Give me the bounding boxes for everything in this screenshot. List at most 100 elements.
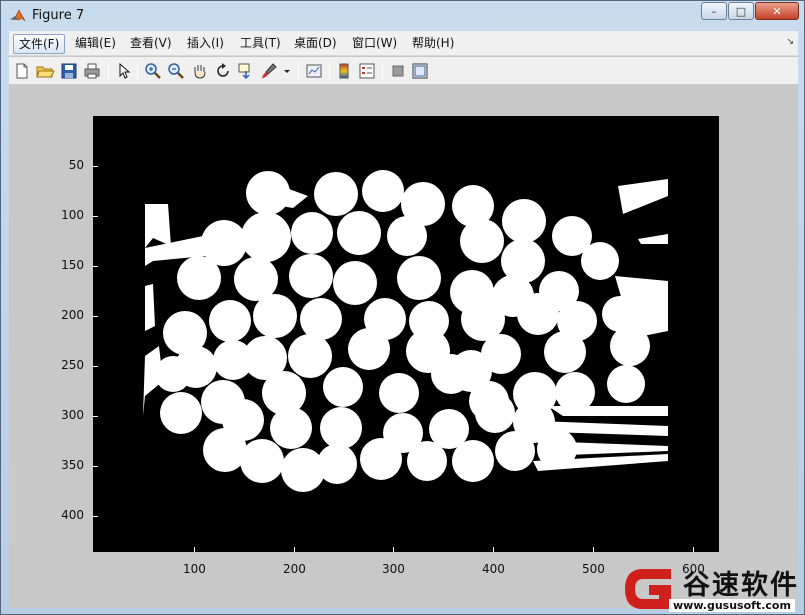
- legend-icon[interactable]: [357, 61, 377, 81]
- white-blob: [300, 298, 342, 340]
- y-tick-mark: [93, 466, 98, 467]
- white-blob: [203, 428, 247, 472]
- white-blob: [502, 199, 546, 243]
- x-tick-mark: [294, 547, 295, 552]
- white-blob: [337, 211, 381, 255]
- white-blob: [333, 261, 377, 305]
- white-blob: [475, 393, 515, 433]
- y-tick-label: 150: [61, 258, 84, 272]
- watermark-url: www.gususoft.com: [669, 599, 795, 612]
- edit-plot-arrow-icon[interactable]: [113, 61, 133, 81]
- y-tick-mark: [93, 366, 98, 367]
- white-fragment: [145, 204, 171, 248]
- brush-icon[interactable]: [259, 61, 279, 81]
- x-tick-label: 300: [382, 562, 405, 576]
- menu-insert[interactable]: 插入(I): [182, 34, 229, 54]
- window-title: Figure 7: [32, 8, 85, 23]
- x-tick-mark: [593, 547, 594, 552]
- white-blob: [495, 431, 535, 471]
- white-fragment: [538, 441, 668, 456]
- y-tick-mark: [93, 266, 98, 267]
- menu-bar: 文件(F) 编辑(E) 查看(V) 插入(I) 工具(T) 桌面(D) 窗口(W…: [9, 31, 798, 56]
- figure-window: Figure 7 – □ ✕ 文件(F) 编辑(E) 查看(V) 插入(I) 工…: [0, 0, 805, 615]
- white-blob: [177, 256, 221, 300]
- x-tick-label: 100: [183, 562, 206, 576]
- data-cursor-icon[interactable]: [236, 61, 256, 81]
- white-blob: [253, 294, 297, 338]
- open-file-icon[interactable]: [35, 61, 55, 81]
- white-blob: [209, 300, 251, 342]
- menu-overflow-icon[interactable]: ↘: [786, 37, 794, 47]
- y-tick-label: 250: [61, 358, 84, 372]
- white-blob: [397, 256, 441, 300]
- hide-plot-tools-icon[interactable]: [388, 61, 408, 81]
- white-blob: [240, 439, 284, 483]
- white-fragment: [548, 406, 668, 416]
- link-plot-icon[interactable]: [304, 61, 324, 81]
- white-blob: [320, 407, 362, 449]
- white-blob: [291, 212, 333, 254]
- white-fragment: [281, 186, 308, 208]
- new-figure-icon[interactable]: [12, 61, 32, 81]
- show-plot-tools-icon[interactable]: [410, 61, 430, 81]
- gususoft-logo: [625, 569, 671, 609]
- menu-window[interactable]: 窗口(W): [347, 34, 402, 54]
- binary-image: [143, 170, 668, 492]
- menu-help[interactable]: 帮助(H): [407, 34, 459, 54]
- y-tick-label: 200: [61, 308, 84, 322]
- y-tick-mark: [93, 216, 98, 217]
- zoom-in-icon[interactable]: [143, 61, 163, 81]
- print-icon[interactable]: [82, 61, 102, 81]
- white-blob: [314, 172, 358, 216]
- x-tick-mark: [493, 547, 494, 552]
- menu-desktop[interactable]: 桌面(D): [289, 34, 342, 54]
- white-fragment: [143, 346, 163, 416]
- white-blob: [379, 373, 419, 413]
- menu-view[interactable]: 查看(V): [125, 34, 177, 54]
- white-blob: [517, 293, 559, 335]
- white-blob: [289, 254, 333, 298]
- y-tick-mark: [93, 416, 98, 417]
- white-blob: [544, 331, 586, 373]
- white-blob: [323, 367, 363, 407]
- watermark-text: 谷速软件: [683, 570, 799, 601]
- x-tick-label: 500: [582, 562, 605, 576]
- matlab-logo-icon: [10, 9, 26, 22]
- menu-tools[interactable]: 工具(T): [235, 34, 286, 54]
- white-blob: [452, 440, 494, 482]
- x-tick-label: 400: [482, 562, 505, 576]
- save-icon[interactable]: [59, 61, 79, 81]
- title-bar: Figure 7 – □ ✕: [1, 1, 804, 31]
- y-tick-label: 50: [68, 158, 84, 172]
- brush-dropdown-icon[interactable]: [281, 61, 293, 81]
- pan-hand-icon[interactable]: [190, 61, 210, 81]
- white-blob: [460, 219, 504, 263]
- zoom-out-icon[interactable]: [166, 61, 186, 81]
- y-tick-mark: [93, 316, 98, 317]
- watermark: 谷速软件 www.gususoft.com: [613, 559, 805, 615]
- menu-edit[interactable]: 编辑(E): [70, 34, 121, 54]
- y-tick-label: 350: [61, 458, 84, 472]
- y-tick-label: 300: [61, 408, 84, 422]
- y-tick-label: 400: [61, 508, 84, 522]
- white-blob: [348, 328, 390, 370]
- white-blob: [241, 212, 291, 262]
- minimize-button[interactable]: –: [701, 2, 727, 20]
- white-blob: [387, 216, 427, 256]
- maximize-button[interactable]: □: [728, 2, 754, 20]
- white-fragment: [618, 179, 668, 214]
- y-tick-label: 100: [61, 208, 84, 222]
- x-tick-mark: [693, 547, 694, 552]
- y-tick-mark: [93, 516, 98, 517]
- x-tick-label: 200: [283, 562, 306, 576]
- close-button[interactable]: ✕: [755, 2, 799, 20]
- white-blob: [160, 392, 202, 434]
- white-blob: [431, 354, 471, 394]
- white-blob: [581, 242, 619, 280]
- colorbar-icon[interactable]: [334, 61, 354, 81]
- white-fragment: [638, 234, 668, 244]
- x-tick-mark: [393, 547, 394, 552]
- binary-image-axes[interactable]: [93, 116, 719, 552]
- rotate-3d-icon[interactable]: [213, 61, 233, 81]
- menu-file[interactable]: 文件(F): [13, 34, 66, 54]
